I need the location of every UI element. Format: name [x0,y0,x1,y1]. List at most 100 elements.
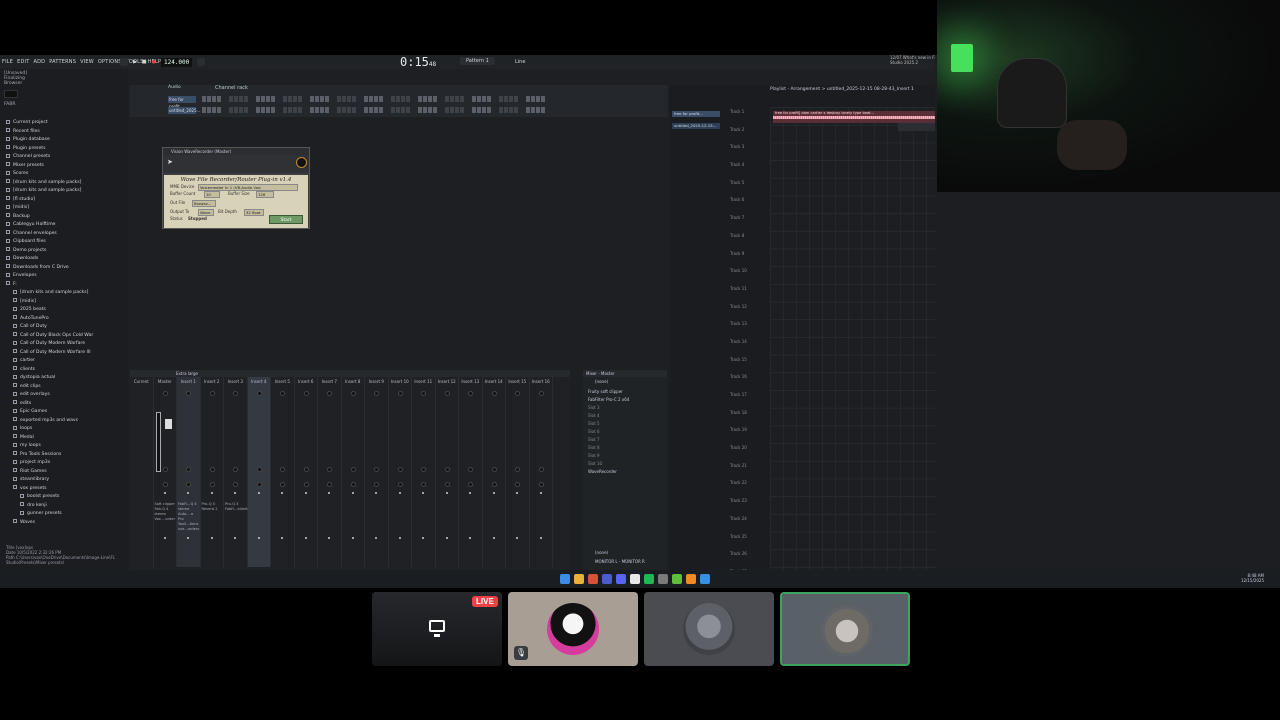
spotify-icon[interactable] [644,574,654,584]
playlist-track-label[interactable]: Track 23 [730,498,747,516]
step-sequencer[interactable] [202,107,545,113]
mixer-track[interactable]: Insert 3 Pro-Q 3 FabFi...elimits [224,377,249,567]
mixer-toolbar[interactable]: Extra large [130,370,570,377]
knob[interactable] [303,467,309,472]
knob[interactable] [515,467,520,472]
fx-name[interactable]: Auto... a Pro [178,512,200,522]
browser-item[interactable]: Channel envelopes [6,230,93,239]
channel-row[interactable]: untitled_2025... [168,106,545,114]
browser-item[interactable]: loops [6,425,93,434]
fx-name[interactable]: use...orders [178,527,200,532]
knob[interactable] [468,482,473,487]
knob[interactable] [421,467,426,472]
pattern-selector[interactable]: Pattern 1 [460,57,495,65]
route-led[interactable] [234,492,236,494]
knob[interactable] [538,482,544,487]
preset-slot[interactable]: (none) [595,379,608,384]
route-led[interactable] [375,537,377,539]
knob[interactable] [209,482,215,487]
playlist-track-label[interactable]: Track 17 [730,392,747,410]
knob[interactable] [444,467,450,472]
mixer-track[interactable]: Insert 2 Pro-Q 4 Reverb 2 [201,377,224,567]
knob[interactable] [515,482,520,487]
wave-recorder-plugin-window[interactable]: Vision WaveRecorder (Master) ➤ Wave File… [162,147,310,229]
playlist-track-label[interactable]: Track 13 [730,321,747,339]
effect-slot[interactable]: Slot 9 [588,452,629,460]
fx-name[interactable]: Fab-Q 4 stereo [155,507,177,517]
system-tray-clock[interactable]: 8:48 AM 12/15/2025 [1241,573,1264,583]
fx-name[interactable]: FabFi...Q 4 stereo [178,502,200,512]
record-icon[interactable]: ● [152,59,156,65]
route-led[interactable] [328,537,330,539]
channel-name[interactable]: free for profit... [168,95,196,109]
channel-name[interactable]: untitled_2025... [168,106,200,114]
knob[interactable] [209,467,215,472]
master-fader[interactable] [155,412,161,472]
browser-item[interactable]: Call of Duty Modern Warfare [6,340,93,349]
browser-item[interactable]: 2025 beats [6,306,93,315]
knob[interactable] [162,482,168,487]
stop-icon[interactable]: ■ [142,59,147,65]
route-led[interactable] [469,537,471,539]
effect-slot[interactable]: Slot 7 [588,436,629,444]
recorded-clip[interactable] [898,123,935,131]
route-led[interactable] [234,537,236,539]
knob[interactable] [421,391,426,396]
knob[interactable] [374,391,379,396]
browser-item[interactable]: [drum kits and sample packs] [6,289,93,298]
playlist-track-label[interactable]: Track 12 [730,304,747,322]
browser-item[interactable]: exported mp3s and wavs [6,417,93,426]
knob[interactable] [256,391,262,396]
browser-item[interactable]: Clipboard files [6,238,93,247]
route-led[interactable] [539,492,542,494]
knob[interactable] [280,482,285,487]
browser-item[interactable]: Backup [6,213,93,222]
knob[interactable] [233,467,238,472]
route-led[interactable] [516,537,518,539]
playlist-track-label[interactable]: Track 22 [730,480,747,498]
playlist-track-label[interactable]: Track 6 [730,197,747,215]
mixer-track[interactable]: Insert 6 [295,377,318,567]
mixer-track[interactable]: Insert 10 [389,377,412,567]
route-led[interactable] [492,537,495,539]
playlist-track-label[interactable]: Track 18 [730,410,747,428]
playlist-track-label[interactable]: Track 3 [730,144,747,162]
browser-item[interactable]: Call of Duty Modern Warfare III [6,349,93,358]
browser-item[interactable]: Plugin presets [6,145,93,154]
knob[interactable] [256,467,262,472]
browser-item[interactable]: Waves [6,519,93,528]
metronome-button[interactable] [197,58,206,66]
browser-item[interactable]: Channel presets [6,153,93,162]
effect-slot[interactable]: Slot 6 [588,428,629,436]
browser-item[interactable]: clients [6,366,93,375]
effect-slot[interactable]: Slot 8 [588,444,629,452]
playlist-track-label[interactable]: Track 25 [730,534,747,552]
knob[interactable] [186,482,191,487]
browser-item[interactable]: gunner presets [6,510,93,519]
browser-item[interactable]: steamlibrary [6,476,93,485]
knob[interactable] [491,391,497,396]
browser-item[interactable]: Pro Tools Sessions [6,451,93,460]
route-led[interactable] [187,537,189,539]
knob[interactable] [327,391,332,396]
browser-item[interactable]: Plugin database [6,136,93,145]
browser-item[interactable]: [midis] [6,298,93,307]
playlist-track-label[interactable]: Track 1 [730,109,747,127]
browser-item[interactable]: Downloads from C Drive [6,264,93,273]
knob[interactable] [350,391,356,396]
browser-item[interactable]: edits [6,400,93,409]
browser-item[interactable]: cartier [6,357,93,366]
knob[interactable] [468,467,473,472]
browser-item[interactable]: Riot Games [6,468,93,477]
picker-clip[interactable]: untitled_2025-12-15... [672,123,720,129]
mixer-track[interactable]: Insert 9 [365,377,389,567]
browser-item[interactable]: Medal [6,434,93,443]
fx-name[interactable]: FabFi...elimits [225,507,249,512]
knob[interactable] [468,391,473,396]
browser-item[interactable]: edit overlays [6,391,93,400]
browser-item[interactable]: dystopia actual [6,374,93,383]
playlist-grid[interactable] [770,107,935,588]
fader-handle[interactable] [164,419,172,429]
pat-song-toggle[interactable] [120,58,128,66]
knob[interactable] [303,482,309,487]
